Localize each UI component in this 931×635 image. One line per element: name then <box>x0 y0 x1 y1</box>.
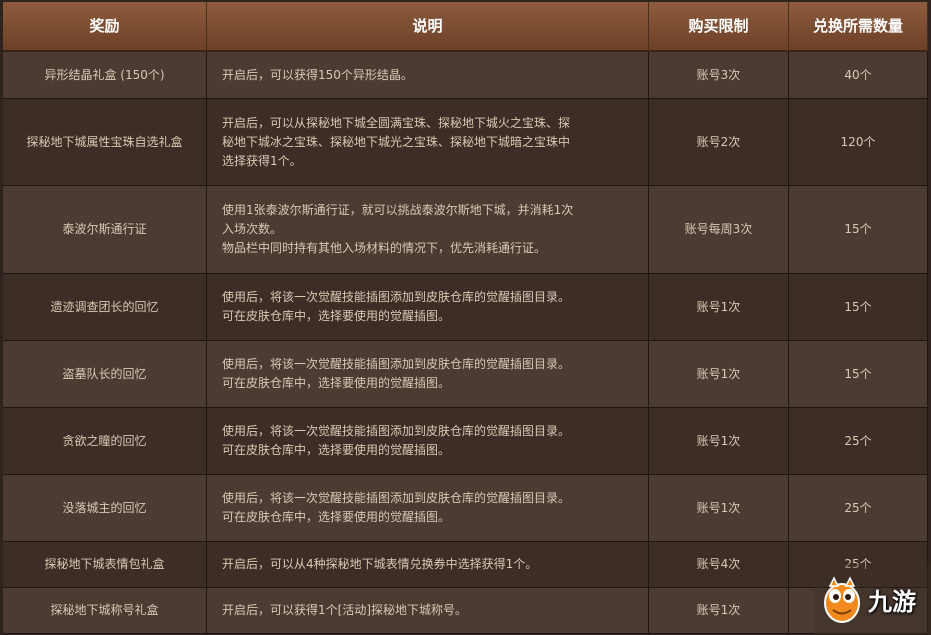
exchange-table-panel: 奖励 说明 购买限制 兑换所需数量 异形结晶礼盒 (150个) 开启后，可以获得… <box>0 0 931 635</box>
reward-name: 异形结晶礼盒 (150个) <box>3 52 207 99</box>
reward-name: 遗迹调查团长的回忆 <box>3 274 207 341</box>
table-row: 探秘地下城表情包礼盒 开启后，可以从4种探秘地下城表情兑换券中选择获得1个。 账… <box>3 542 928 588</box>
description-line: 入场次数。 <box>222 222 283 236</box>
reward-description: 使用后，将该一次觉醒技能插图添加到皮肤仓库的觉醒插图目录。 可在皮肤仓库中，选择… <box>207 341 649 408</box>
watermark-text: 九游 <box>868 587 916 616</box>
exchange-cost: 25个 <box>789 475 928 542</box>
description-line: 使用后，将该一次觉醒技能插图添加到皮肤仓库的觉醒插图目录。 <box>222 290 571 304</box>
purchase-limit: 账号2次 <box>649 99 789 186</box>
table-row: 没落城主的回忆 使用后，将该一次觉醒技能插图添加到皮肤仓库的觉醒插图目录。 可在… <box>3 475 928 542</box>
description-line: 开启后，可以从探秘地下城全圆满宝珠、探秘地下城火之宝珠、探 <box>222 115 571 130</box>
purchase-limit: 账号1次 <box>649 475 789 542</box>
reward-description: 开启后，可以从4种探秘地下城表情兑换券中选择获得1个。 <box>207 542 649 588</box>
reward-name: 贪欲之瞳的回忆 <box>3 408 207 475</box>
description-line: 可在皮肤仓库中，选择要使用的觉醒插图。 <box>222 443 451 457</box>
description-line: 开启后，可以从4种探秘地下城表情兑换券中选择获得1个。 <box>222 557 538 571</box>
description-line: 可在皮肤仓库中，选择要使用的觉醒插图。 <box>222 510 451 524</box>
description-line: 使用1张泰波尔斯通行证，就可以挑战泰波尔斯地下城，并消耗1次 <box>222 203 574 217</box>
reward-description: 开启后，可以获得1个[活动]探秘地下城称号。 <box>207 588 649 634</box>
header-description: 说明 <box>207 2 649 52</box>
table-row: 泰波尔斯通行证 使用1张泰波尔斯通行证，就可以挑战泰波尔斯地下城，并消耗1次 入… <box>3 186 928 274</box>
description-line: 选择获得1个。 <box>222 153 302 168</box>
reward-name: 泰波尔斯通行证 <box>3 186 207 274</box>
reward-name: 探秘地下城表情包礼盒 <box>3 542 207 588</box>
table-row: 探秘地下城称号礼盒 开启后，可以获得1个[活动]探秘地下城称号。 账号1次 <box>3 588 928 634</box>
description-line: 使用后，将该一次觉醒技能插图添加到皮肤仓库的觉醒插图目录。 <box>222 491 571 505</box>
table-row: 探秘地下城属性宝珠自选礼盒 开启后，可以从探秘地下城全圆满宝珠、探秘地下城火之宝… <box>3 99 928 186</box>
reward-description: 使用后，将该一次觉醒技能插图添加到皮肤仓库的觉醒插图目录。 可在皮肤仓库中，选择… <box>207 475 649 542</box>
table-header-row: 奖励 说明 购买限制 兑换所需数量 <box>3 2 928 52</box>
reward-exchange-table: 奖励 说明 购买限制 兑换所需数量 异形结晶礼盒 (150个) 开启后，可以获得… <box>3 2 928 634</box>
reward-description: 开启后，可以获得150个异形结晶。 <box>207 52 649 99</box>
purchase-limit: 账号每周3次 <box>649 186 789 274</box>
description-line: 物品栏中同时持有其他入场材料的情况下，优先消耗通行证。 <box>222 241 547 255</box>
description-line: 使用后，将该一次觉醒技能插图添加到皮肤仓库的觉醒插图目录。 <box>222 357 571 371</box>
reward-name: 盗墓队长的回忆 <box>3 341 207 408</box>
reward-name: 探秘地下城称号礼盒 <box>3 588 207 634</box>
purchase-limit: 账号1次 <box>649 341 789 408</box>
reward-description: 使用后，将该一次觉醒技能插图添加到皮肤仓库的觉醒插图目录。 可在皮肤仓库中，选择… <box>207 408 649 475</box>
description-line: 开启后，可以获得1个[活动]探秘地下城称号。 <box>222 603 467 617</box>
exchange-cost: 25个 <box>789 408 928 475</box>
table-row: 盗墓队长的回忆 使用后，将该一次觉醒技能插图添加到皮肤仓库的觉醒插图目录。 可在… <box>3 341 928 408</box>
exchange-cost: 40个 <box>789 52 928 99</box>
exchange-cost: 15个 <box>789 186 928 274</box>
mascot-icon <box>824 576 860 623</box>
reward-description: 开启后，可以从探秘地下城全圆满宝珠、探秘地下城火之宝珠、探 秘地下城冰之宝珠、探… <box>207 99 649 186</box>
header-reward: 奖励 <box>3 2 207 52</box>
site-watermark: 九游 <box>814 563 931 635</box>
description-line: 可在皮肤仓库中，选择要使用的觉醒插图。 <box>222 376 451 390</box>
description-line: 可在皮肤仓库中，选择要使用的觉醒插图。 <box>222 309 451 323</box>
description-line: 秘地下城冰之宝珠、探秘地下城光之宝珠、探秘地下城暗之宝珠中 <box>222 134 571 149</box>
reward-description: 使用后，将该一次觉醒技能插图添加到皮肤仓库的觉醒插图目录。 可在皮肤仓库中，选择… <box>207 274 649 341</box>
header-limit: 购买限制 <box>649 2 789 52</box>
reward-description: 使用1张泰波尔斯通行证，就可以挑战泰波尔斯地下城，并消耗1次 入场次数。 物品栏… <box>207 186 649 274</box>
table-row: 异形结晶礼盒 (150个) 开启后，可以获得150个异形结晶。 账号3次 40个 <box>3 52 928 99</box>
purchase-limit: 账号1次 <box>649 274 789 341</box>
purchase-limit: 账号3次 <box>649 52 789 99</box>
exchange-cost: 120个 <box>789 99 928 186</box>
exchange-cost: 15个 <box>789 341 928 408</box>
purchase-limit: 账号1次 <box>649 588 789 634</box>
table-row: 遗迹调查团长的回忆 使用后，将该一次觉醒技能插图添加到皮肤仓库的觉醒插图目录。 … <box>3 274 928 341</box>
reward-name: 没落城主的回忆 <box>3 475 207 542</box>
description-line: 开启后，可以获得150个异形结晶。 <box>222 67 413 82</box>
reward-name: 探秘地下城属性宝珠自选礼盒 <box>3 99 207 186</box>
purchase-limit: 账号4次 <box>649 542 789 588</box>
exchange-cost: 15个 <box>789 274 928 341</box>
description-line: 使用后，将该一次觉醒技能插图添加到皮肤仓库的觉醒插图目录。 <box>222 424 571 438</box>
table-row: 贪欲之瞳的回忆 使用后，将该一次觉醒技能插图添加到皮肤仓库的觉醒插图目录。 可在… <box>3 408 928 475</box>
header-cost: 兑换所需数量 <box>789 2 928 52</box>
purchase-limit: 账号1次 <box>649 408 789 475</box>
